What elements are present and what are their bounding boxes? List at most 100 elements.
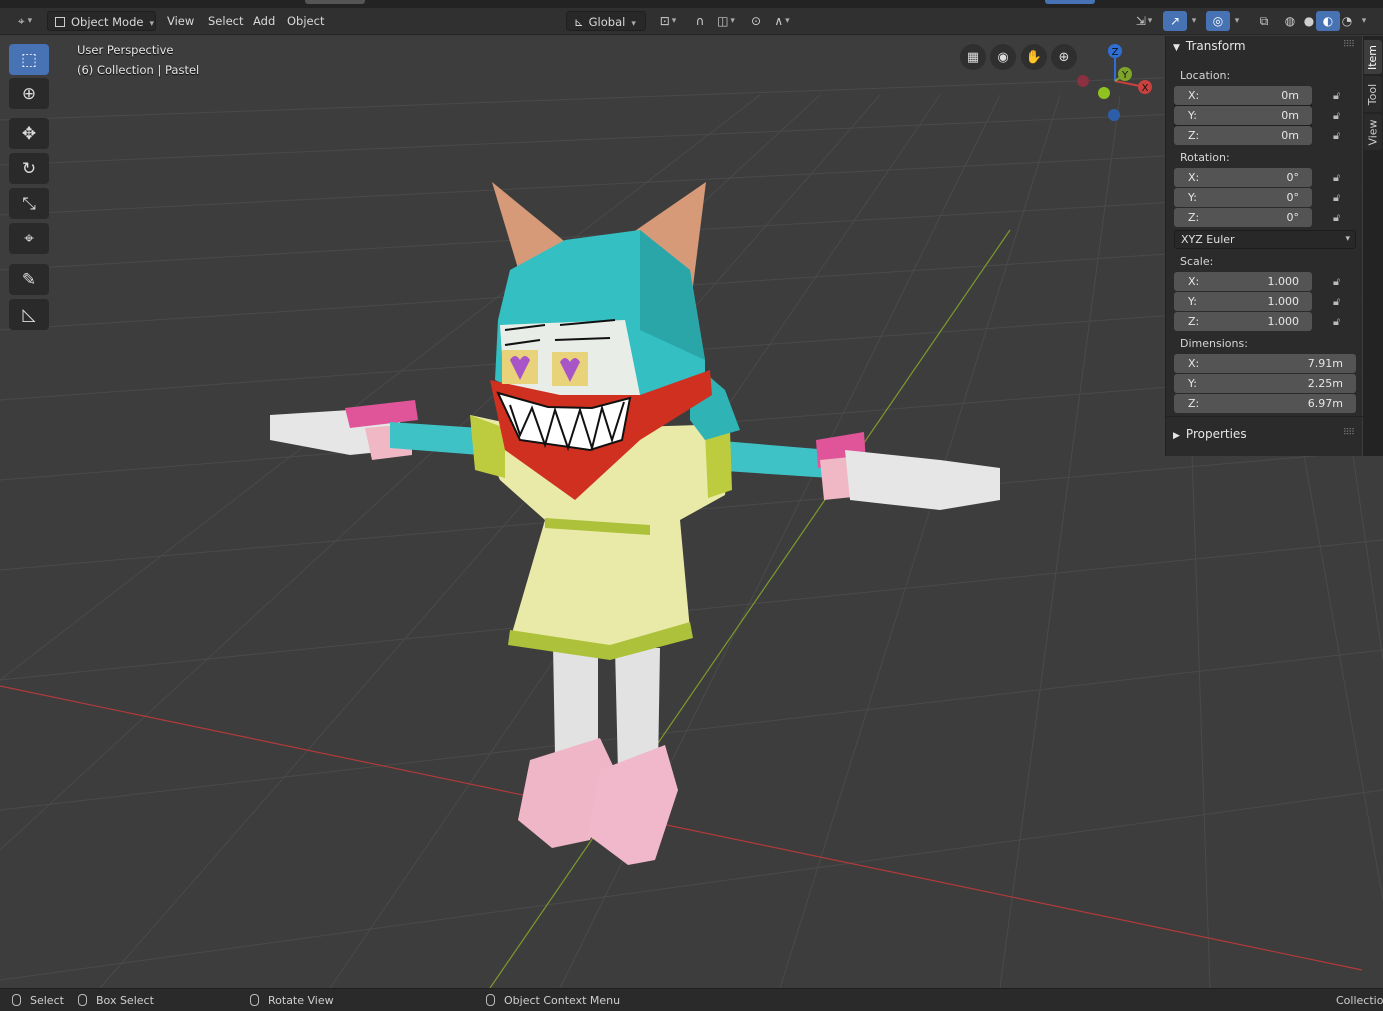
- lock-rotation-z-icon[interactable]: 🔓︎: [1333, 211, 1347, 224]
- cursor-tool[interactable]: ⊕: [9, 78, 49, 109]
- drag-grip-icon[interactable]: ⠿⠿: [1343, 40, 1355, 50]
- measure-tool[interactable]: ◺: [9, 299, 49, 330]
- tab-view[interactable]: View: [1364, 114, 1382, 150]
- location-x-field[interactable]: X: 0m: [1174, 86, 1312, 105]
- menu-object[interactable]: Object: [280, 11, 331, 31]
- rotation-label: Rotation:: [1180, 151, 1230, 164]
- grid-perspective-icon: ▦: [966, 49, 980, 65]
- snap-toggle[interactable]: ∩: [688, 11, 712, 31]
- scale-x-label: X:: [1188, 275, 1200, 288]
- dimensions-y-field[interactable]: Y: 2.25m: [1174, 374, 1356, 393]
- location-z-field[interactable]: Z: 0m: [1174, 126, 1312, 145]
- lock-scale-x-icon[interactable]: 🔓︎: [1333, 275, 1347, 288]
- lock-rotation-y-icon[interactable]: 🔓︎: [1333, 191, 1347, 204]
- navigation-gizmo[interactable]: Z X Y: [1075, 41, 1160, 126]
- lock-scale-y-icon[interactable]: 🔓︎: [1333, 295, 1347, 308]
- lock-location-x-icon[interactable]: 🔓︎: [1333, 89, 1347, 102]
- menu-view[interactable]: View: [160, 11, 201, 31]
- dimensions-x-label: X:: [1188, 357, 1200, 370]
- location-y-label: Y:: [1188, 109, 1197, 122]
- location-z-label: Z:: [1188, 129, 1200, 142]
- gizmo-dropdown[interactable]: ▾: [1187, 11, 1201, 31]
- chevron-down-icon: ▾: [1345, 234, 1350, 244]
- drag-grip-icon[interactable]: ⠿⠿: [1343, 428, 1355, 438]
- overlay-dropdown[interactable]: ▾: [1230, 11, 1244, 31]
- visibility-button[interactable]: ⇲ ▾: [1128, 11, 1160, 31]
- mode-selector[interactable]: Object Mode ▾: [47, 11, 156, 31]
- 3d-viewport[interactable]: User Perspective (6) Collection | Pastel…: [0, 36, 1383, 988]
- transform-orientation-selector[interactable]: ⊾ Global ▾: [566, 11, 646, 31]
- xray-toggle[interactable]: ⧉: [1252, 11, 1276, 31]
- lock-location-y-icon[interactable]: 🔓︎: [1333, 109, 1347, 122]
- workspace-tab-edge[interactable]: [305, 0, 365, 4]
- mouse-left-icon: [12, 994, 21, 1006]
- scale-x-value: 1.000: [1267, 275, 1300, 288]
- move-tool[interactable]: ✥: [9, 118, 49, 149]
- lock-scale-z-icon[interactable]: 🔓︎: [1333, 315, 1347, 328]
- status-rotate-view: Rotate View: [250, 994, 334, 1007]
- dimensions-x-value: 7.91m: [1307, 357, 1343, 370]
- rotation-y-field[interactable]: Y: 0°: [1174, 188, 1312, 207]
- properties-title: Properties: [1185, 427, 1247, 441]
- tab-item[interactable]: Item: [1364, 40, 1382, 74]
- scale-x-field[interactable]: X: 1.000: [1174, 272, 1312, 291]
- properties-panel-header[interactable]: ▶ Properties: [1173, 424, 1247, 444]
- chevron-down-icon: ▾: [149, 19, 154, 29]
- rotation-z-field[interactable]: Z: 0°: [1174, 208, 1312, 227]
- overlay-toggle[interactable]: ◎: [1206, 11, 1230, 31]
- snap-target-button[interactable]: ◫ ▾: [712, 11, 740, 31]
- gizmo-z-label: Z: [1112, 47, 1119, 58]
- chevron-down-icon: ▾: [27, 16, 33, 26]
- chevron-down-icon: ▾: [671, 16, 677, 26]
- dimensions-z-field[interactable]: Z: 6.97m: [1174, 394, 1356, 413]
- location-x-value: 0m: [1281, 89, 1299, 102]
- rotate-tool[interactable]: ↻: [9, 153, 49, 184]
- annotate-tool[interactable]: ✎: [9, 264, 49, 295]
- chevron-down-icon: ▾: [1147, 16, 1153, 26]
- rotation-x-field[interactable]: X: 0°: [1174, 168, 1312, 187]
- proportional-edit-toggle[interactable]: ⊙: [744, 11, 768, 31]
- collection-label: (6) Collection | Pastel: [77, 63, 200, 77]
- lock-rotation-x-icon[interactable]: 🔓︎: [1333, 171, 1347, 184]
- scale-y-value: 1.000: [1267, 295, 1300, 308]
- toggle-perspective-button[interactable]: ▦: [960, 44, 986, 70]
- tab-tool[interactable]: Tool: [1364, 76, 1382, 112]
- menu-add[interactable]: Add: [246, 11, 282, 31]
- location-label: Location:: [1180, 69, 1231, 82]
- rotate-icon: ↻: [21, 158, 37, 179]
- scale-y-field[interactable]: Y: 1.000: [1174, 292, 1312, 311]
- chevron-down-icon: ▾: [785, 16, 790, 26]
- gizmo-neg-y-axis[interactable]: [1098, 87, 1110, 99]
- editor-type-button[interactable]: ⌖ ▾: [9, 11, 41, 31]
- scale-tool[interactable]: ⤡: [9, 188, 49, 219]
- x-axis-line: [0, 685, 1363, 971]
- falloff-button[interactable]: ∧ ▾: [768, 11, 796, 31]
- gizmo-neg-x-axis[interactable]: [1077, 75, 1089, 87]
- shading-dropdown[interactable]: ▾: [1356, 11, 1372, 31]
- dimensions-y-value: 2.25m: [1307, 377, 1343, 390]
- status-context-menu-label: Object Context Menu: [504, 994, 621, 1007]
- chevron-down-icon: ▾: [1234, 16, 1240, 26]
- location-y-field[interactable]: Y: 0m: [1174, 106, 1312, 125]
- overlay-icon: ◎: [1212, 14, 1224, 28]
- lock-location-z-icon[interactable]: 🔓︎: [1333, 129, 1347, 142]
- transform-tool[interactable]: ⌖: [9, 223, 49, 254]
- expand-arrow-icon: ▶: [1173, 431, 1180, 441]
- gizmo-neg-z-axis[interactable]: [1108, 109, 1120, 121]
- transform-panel-header[interactable]: ▼ Transform: [1173, 36, 1246, 56]
- status-box-select: Box Select: [78, 994, 154, 1007]
- gizmo-x-label: X: [1142, 83, 1149, 94]
- gizmo-toggle[interactable]: ↗: [1163, 11, 1187, 31]
- dimensions-x-field[interactable]: X: 7.91m: [1174, 354, 1356, 373]
- character-model[interactable]: [270, 182, 1000, 865]
- camera-view-button[interactable]: ◉: [990, 44, 1016, 70]
- gizmo-y-label: Y: [1121, 70, 1129, 81]
- menu-select[interactable]: Select: [201, 11, 250, 31]
- pan-view-button[interactable]: ✋: [1021, 44, 1047, 70]
- pivot-point-button[interactable]: ⊡ ▾: [652, 11, 684, 31]
- active-toggle-edge[interactable]: [1045, 0, 1095, 4]
- scale-z-field[interactable]: Z: 1.000: [1174, 312, 1312, 331]
- rotation-mode-select[interactable]: XYZ Euler ▾: [1174, 230, 1356, 249]
- select-box-tool[interactable]: ⬚: [9, 44, 49, 75]
- zoom-view-button[interactable]: ⊕: [1051, 44, 1077, 70]
